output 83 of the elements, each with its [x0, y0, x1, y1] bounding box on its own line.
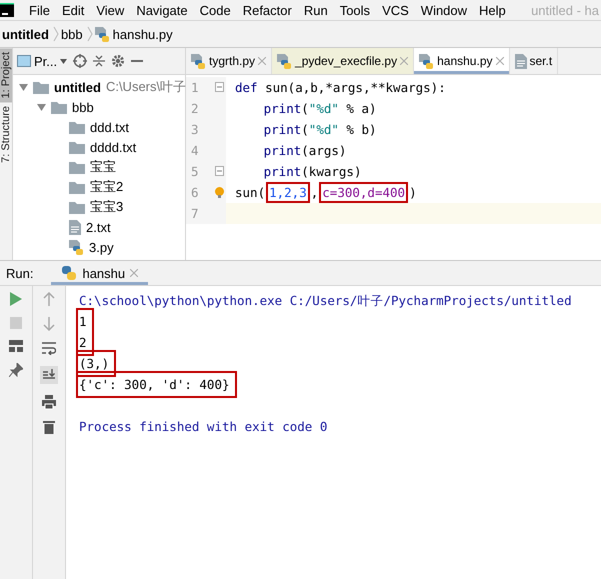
menu-item[interactable]: File [23, 2, 56, 18]
tree-item[interactable]: 宝宝3 [13, 197, 185, 217]
app-logo-icon [0, 3, 14, 17]
tree-item[interactable]: 3.py [13, 237, 185, 257]
editor-tab[interactable]: ser.t [510, 48, 558, 74]
code-line: sun( 1,2,3 , c=300,d=400 ) [226, 185, 417, 200]
line-number: 1 [191, 80, 199, 95]
console-output: 1 2 [79, 311, 91, 353]
code-line: print(args) [262, 143, 346, 158]
tree-item[interactable]: 2.txt [13, 217, 185, 237]
python-file-icon [419, 54, 434, 68]
menu-item[interactable]: VCS [376, 2, 415, 18]
menu-item[interactable]: Tools [334, 2, 376, 18]
line-number: 7 [191, 206, 199, 221]
menu-item[interactable]: Refactor [236, 2, 298, 18]
menu-item[interactable]: Run [298, 2, 334, 18]
tree-item[interactable]: bbb [13, 97, 185, 117]
dropdown-caret-icon [60, 58, 68, 64]
expanded-arrow-icon[interactable] [37, 102, 46, 112]
editor-tab[interactable]: _pydev_execfile.py [272, 48, 414, 74]
folder-icon [33, 80, 49, 94]
menu-item[interactable]: Navigate [130, 2, 194, 18]
run-tab[interactable]: hanshu [51, 261, 148, 285]
console-output: C:\school\python\python.exe C:/Users/叶子/PycharmProjects/untitled [79, 292, 572, 310]
pin-icon[interactable] [9, 363, 23, 377]
code-line: print(kwargs) [262, 164, 362, 179]
crosshair-icon[interactable] [73, 54, 88, 68]
window-title: untitled - ha [531, 2, 600, 18]
panel-icon [17, 55, 31, 67]
folder-icon [69, 120, 85, 134]
tree-item[interactable]: untitled C:\Users\叶子 [13, 77, 185, 97]
breadcrumb-item[interactable]: untitled [0, 26, 53, 42]
python-file-icon [69, 240, 84, 254]
python-file-icon [94, 26, 110, 42]
menu-item[interactable]: Help [473, 2, 512, 18]
trash-icon[interactable] [43, 420, 55, 434]
folder-icon [69, 200, 85, 214]
breadcrumb-item[interactable]: hanshu.py [92, 26, 177, 42]
console-output: Process finished with exit code 0 [79, 418, 328, 436]
tree-item[interactable]: dddd.txt [13, 137, 185, 157]
folder-icon [69, 180, 85, 194]
view-selector[interactable]: Pr... [17, 54, 68, 68]
soft-wrap-icon[interactable] [42, 342, 56, 355]
line-number: 6 [191, 185, 199, 200]
python-file-icon [277, 54, 292, 68]
print-icon[interactable] [42, 395, 56, 409]
chevron-icon [52, 26, 59, 42]
tree-item[interactable]: 宝宝 [13, 157, 185, 177]
tool-window-tab[interactable]: 1: Project [0, 48, 12, 102]
editor-tab[interactable]: hanshu.py [414, 48, 510, 74]
menu-item[interactable]: Window [414, 2, 474, 18]
project-path: C:\Users\叶子 [106, 78, 186, 96]
code-line: print("%d" % a) [262, 101, 377, 116]
scroll-to-end-icon[interactable] [40, 366, 58, 384]
text-file-icon [69, 220, 81, 234]
layout-icon[interactable] [9, 340, 23, 352]
tool-window-tab[interactable]: 7: Structure [0, 102, 12, 168]
menu-item[interactable]: Code [194, 2, 237, 18]
tree-item[interactable]: 宝宝2 [13, 177, 185, 197]
settings-icon[interactable] [111, 54, 126, 68]
line-number: 4 [191, 143, 199, 158]
python-file-icon [191, 54, 206, 68]
breadcrumb-item[interactable]: bbb [58, 26, 87, 42]
run-label: Run: [6, 266, 34, 280]
line-number: 5 [191, 164, 199, 179]
console-output: {'c': 300, 'd': 400} [79, 374, 234, 395]
line-number: 2 [191, 101, 199, 116]
code-line: def sun(a,b,*args,**kwargs): [234, 80, 446, 95]
folder-icon [51, 100, 67, 114]
menu-item[interactable]: Edit [56, 2, 90, 18]
collapse-all-icon[interactable] [93, 54, 106, 68]
expanded-arrow-icon[interactable] [19, 82, 28, 92]
console-output: (3,) [79, 353, 114, 374]
menu-item[interactable]: View [90, 2, 130, 18]
python-logo-icon [61, 265, 78, 281]
line-number: 3 [191, 122, 199, 137]
text-file-icon [514, 54, 526, 68]
code-line: print("%d" % b) [262, 122, 377, 137]
run-icon[interactable] [10, 292, 22, 306]
folder-icon [69, 140, 85, 154]
chevron-icon [86, 26, 93, 42]
tree-item[interactable]: ddd.txt [13, 117, 185, 137]
folder-icon [69, 160, 85, 174]
